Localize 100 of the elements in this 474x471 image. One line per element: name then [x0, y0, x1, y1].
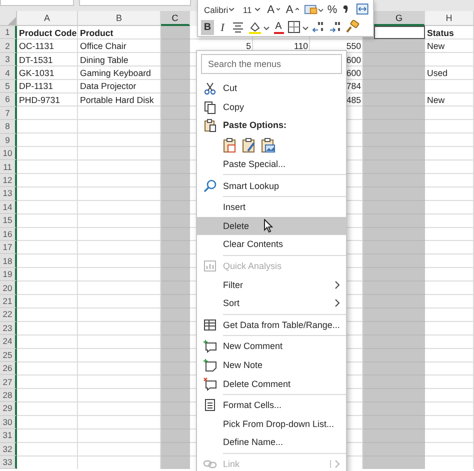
menu-item[interactable]: Filter: [197, 275, 346, 294]
row-header[interactable]: 31: [0, 429, 17, 443]
row-header[interactable]: 14: [0, 200, 17, 214]
align-center-icon[interactable]: [231, 20, 246, 35]
font-color-button[interactable]: A: [272, 20, 285, 35]
table-cell-text: Portable Hard Disk: [79, 94, 155, 107]
menu-item[interactable]: Copy: [197, 98, 346, 116]
row-header[interactable]: 12: [0, 174, 17, 188]
row-header[interactable]: 28: [0, 388, 17, 402]
search-icon: [203, 178, 217, 193]
row-header[interactable]: 26: [0, 362, 17, 376]
table-cell-text: PHD-9731: [18, 94, 62, 107]
table-cell-text: Product: [79, 26, 114, 40]
caret-icon: [255, 8, 262, 12]
search-field[interactable]: Search the menus: [201, 54, 342, 74]
table-cell-text: Gaming Keyboard: [79, 67, 152, 80]
merge-icon[interactable]: [356, 2, 370, 17]
table-cell-text: 600: [345, 67, 362, 80]
menu-item[interactable]: Insert: [197, 198, 346, 217]
table-cell-text: 550: [345, 40, 362, 53]
row-header[interactable]: 8: [0, 120, 17, 134]
delete-comment-icon: [203, 376, 217, 391]
row-header[interactable]: 18: [0, 254, 17, 268]
menu-item[interactable]: Cut: [197, 79, 346, 98]
column-header[interactable]: G: [374, 11, 425, 26]
column-header[interactable]: C: [161, 11, 190, 26]
row-header[interactable]: 33: [0, 456, 17, 470]
triangle-icon: [8, 17, 16, 25]
table-cell-text: DP-1131: [18, 80, 54, 94]
caret-icon: [228, 8, 235, 12]
column-header[interactable]: B: [78, 11, 161, 26]
menu-item[interactable]: Paste Special...: [197, 154, 346, 174]
copy-icon: [203, 100, 217, 114]
submenu-icon: [335, 460, 340, 468]
comment-icon: [203, 339, 217, 354]
menu-item[interactable]: New Comment: [197, 337, 346, 356]
cursor-icon: [264, 219, 273, 233]
table-cell-text: 784: [345, 80, 362, 94]
menu-item[interactable]: Delete Comment: [197, 374, 346, 393]
table-cell-text: 485: [345, 94, 362, 107]
row-header[interactable]: 29: [0, 402, 17, 416]
menu-item[interactable]: Sort: [197, 294, 346, 313]
row-header[interactable]: 30: [0, 416, 17, 430]
row-header[interactable]: 10: [0, 146, 17, 160]
row-header[interactable]: 13: [0, 187, 17, 201]
row-header[interactable]: 6: [0, 93, 17, 107]
decrease-decimal-icon[interactable]: [328, 20, 343, 35]
row-header[interactable]: 4: [0, 66, 17, 80]
row-header[interactable]: 24: [0, 335, 17, 348]
menu-item[interactable]: Get Data from Table/Range...: [197, 316, 346, 334]
italic-button[interactable]: I: [216, 20, 229, 35]
table-cell-text: GK-1031: [18, 67, 56, 80]
row-header[interactable]: 2: [0, 39, 17, 53]
shrink-font-button[interactable]: A: [284, 2, 302, 17]
paste-values-icon[interactable]: [222, 136, 238, 153]
menu-item[interactable]: Delete: [197, 216, 346, 236]
paste-formatting-icon[interactable]: [241, 136, 257, 153]
active-cell[interactable]: [374, 26, 425, 40]
menu-item[interactable]: Pick From Drop-down List...: [197, 414, 346, 434]
grow-font-button[interactable]: A: [266, 2, 283, 17]
bold-button[interactable]: B: [201, 20, 214, 35]
section-heading: Paste Options:: [223, 120, 287, 130]
row-header[interactable]: 23: [0, 322, 17, 336]
row-header[interactable]: 15: [0, 214, 17, 228]
cell-styles-icon[interactable]: [304, 2, 324, 17]
menu-item[interactable]: New Note: [197, 356, 346, 374]
row-header[interactable]: 17: [0, 241, 17, 254]
row-header[interactable]: 1: [0, 26, 17, 40]
format-icon: [203, 398, 217, 412]
row-header[interactable]: 25: [0, 348, 17, 362]
row-header[interactable]: 11: [0, 160, 17, 174]
menu-item[interactable]: Define Name...: [197, 433, 346, 452]
column-header[interactable]: H: [425, 11, 474, 26]
row-header[interactable]: 27: [0, 375, 17, 389]
paste-picture-icon[interactable]: [260, 136, 276, 153]
formula-field[interactable]: [79, 0, 191, 6]
quick-analysis-icon: [203, 259, 217, 274]
fill-color-icon[interactable]: [248, 20, 270, 35]
menu-item[interactable]: Smart Lookup: [197, 176, 346, 195]
row-header[interactable]: 21: [0, 294, 17, 308]
row-header[interactable]: 19: [0, 268, 17, 282]
row-header[interactable]: 32: [0, 442, 17, 456]
table-cell-text: New: [426, 94, 446, 107]
menu-item[interactable]: Format Cells...: [197, 396, 346, 414]
table-cell-text: DT-1531: [18, 54, 54, 66]
column-header[interactable]: A: [17, 11, 78, 26]
row-header[interactable]: 7: [0, 106, 17, 120]
row-header[interactable]: 22: [0, 308, 17, 322]
menu-item[interactable]: Clear Contents: [197, 235, 346, 254]
row-header[interactable]: 16: [0, 228, 17, 241]
increase-decimal-icon[interactable]: [311, 20, 326, 35]
row-header[interactable]: 9: [0, 134, 17, 147]
table-cell-text: Status: [426, 26, 455, 40]
percent-button[interactable]: %: [326, 2, 339, 17]
scissors-icon: [203, 81, 217, 96]
row-header[interactable]: 5: [0, 80, 17, 94]
row-header[interactable]: 3: [0, 52, 17, 66]
paintbrush-icon[interactable]: [345, 20, 360, 35]
row-header[interactable]: 20: [0, 281, 17, 295]
borders-icon[interactable]: [287, 20, 309, 35]
